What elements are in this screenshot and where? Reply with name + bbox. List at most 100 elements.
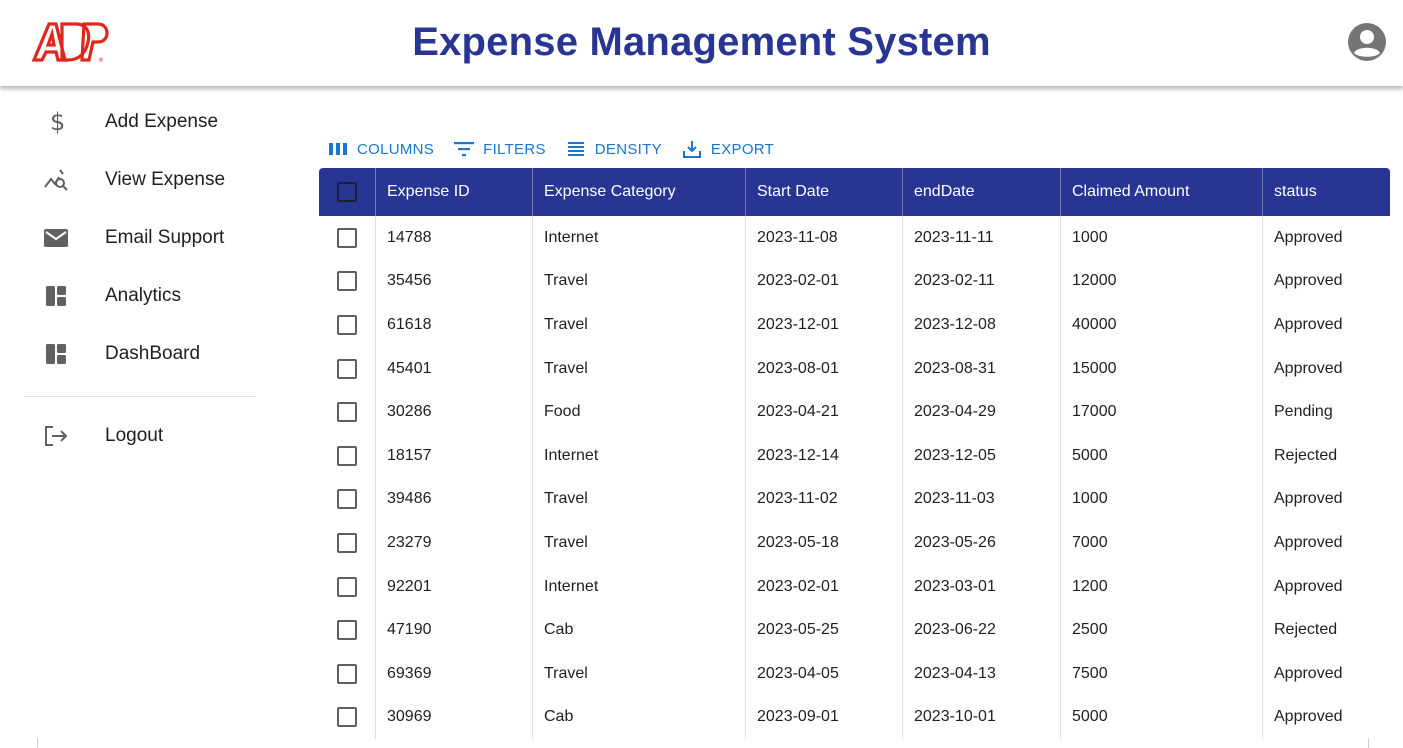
table-row[interactable]: 14788 Internet 2023-11-08 2023-11-11 1000 App… xyxy=(319,216,1390,260)
row-checkbox[interactable] xyxy=(337,445,357,466)
cell-claimed-amount[interactable]: 1000 xyxy=(1060,216,1262,260)
sidebar-item-add-expense[interactable]: $ Add Expense xyxy=(24,96,256,148)
cell-status[interactable]: Approved xyxy=(1262,564,1390,609)
cell-claimed-amount[interactable]: 2500 xyxy=(1060,608,1262,652)
cell-expense-category[interactable]: Travel xyxy=(532,477,745,522)
row-checkbox[interactable] xyxy=(337,620,357,641)
cell-expense-category[interactable]: Food xyxy=(532,390,745,434)
row-checkbox[interactable] xyxy=(337,576,357,597)
row-checkbox[interactable] xyxy=(337,314,357,335)
cell-expense-id[interactable]: 92201 xyxy=(375,564,532,609)
cell-status[interactable]: Approved xyxy=(1262,216,1390,260)
select-all-checkbox[interactable] xyxy=(337,182,357,202)
cell-claimed-amount[interactable]: 1200 xyxy=(1060,564,1262,609)
table-row[interactable]: 69369 Travel 2023-04-05 2023-04-13 7500 Appro… xyxy=(319,652,1390,696)
cell-start-date[interactable]: 2023-12-14 xyxy=(745,434,902,478)
table-row[interactable]: 35456 Travel 2023-02-01 2023-02-11 12000 Appr… xyxy=(319,259,1390,304)
cell-expense-id[interactable]: 14788 xyxy=(375,216,532,260)
cell-expense-category[interactable]: Cab xyxy=(532,608,745,652)
cell-end-date[interactable]: 2023-11-03 xyxy=(902,477,1060,522)
cell-expense-category[interactable]: Internet xyxy=(532,434,745,478)
cell-expense-category[interactable]: Travel xyxy=(532,346,745,391)
cell-expense-id[interactable]: 30969 xyxy=(375,695,532,740)
cell-claimed-amount[interactable]: 7500 xyxy=(1060,652,1262,696)
table-row[interactable]: 47190 Cab 2023-05-25 2023-06-22 2500 Rejected xyxy=(319,608,1390,652)
cell-claimed-amount[interactable]: 5000 xyxy=(1060,434,1262,478)
cell-status[interactable]: Approved xyxy=(1262,521,1390,565)
cell-expense-category[interactable]: Internet xyxy=(532,216,745,260)
cell-expense-category[interactable]: Internet xyxy=(532,564,745,609)
cell-expense-id[interactable]: 18157 xyxy=(375,434,532,478)
row-checkbox[interactable] xyxy=(337,227,357,248)
cell-status[interactable]: Approved xyxy=(1262,259,1390,304)
cell-expense-id[interactable]: 35456 xyxy=(375,259,532,304)
cell-expense-id[interactable]: 39486 xyxy=(375,477,532,522)
cell-expense-id[interactable]: 61618 xyxy=(375,303,532,347)
row-checkbox[interactable] xyxy=(337,271,357,292)
cell-claimed-amount[interactable]: 17000 xyxy=(1060,390,1262,434)
row-checkbox[interactable] xyxy=(337,358,357,379)
row-checkbox[interactable] xyxy=(337,402,357,423)
column-header-expense-id[interactable]: Expense ID xyxy=(375,168,532,216)
cell-end-date[interactable]: 2023-05-26 xyxy=(902,521,1060,565)
row-checkbox[interactable] xyxy=(337,663,357,684)
cell-expense-id[interactable]: 30286 xyxy=(375,390,532,434)
table-row[interactable]: 23279 Travel 2023-05-18 2023-05-26 7000 Appro… xyxy=(319,521,1390,565)
row-checkbox[interactable] xyxy=(337,707,357,728)
cell-claimed-amount[interactable]: 15000 xyxy=(1060,346,1262,391)
row-checkbox[interactable] xyxy=(337,489,357,510)
cell-start-date[interactable]: 2023-05-18 xyxy=(745,521,902,565)
cell-end-date[interactable]: 2023-12-05 xyxy=(902,434,1060,478)
cell-start-date[interactable]: 2023-02-01 xyxy=(745,564,902,609)
cell-claimed-amount[interactable]: 40000 xyxy=(1060,303,1262,347)
sidebar-item-email-support[interactable]: Email Support xyxy=(24,212,256,264)
cell-status[interactable]: Pending xyxy=(1262,390,1390,434)
cell-expense-id[interactable]: 23279 xyxy=(375,521,532,565)
cell-start-date[interactable]: 2023-11-08 xyxy=(745,216,902,260)
cell-end-date[interactable]: 2023-11-11 xyxy=(902,216,1060,260)
cell-end-date[interactable]: 2023-08-31 xyxy=(902,346,1060,391)
cell-expense-id[interactable]: 47190 xyxy=(375,608,532,652)
table-row[interactable]: 18157 Internet 2023-12-14 2023-12-05 5000 Rej… xyxy=(319,434,1390,478)
cell-end-date[interactable]: 2023-12-08 xyxy=(902,303,1060,347)
cell-start-date[interactable]: 2023-09-01 xyxy=(745,695,902,740)
cell-start-date[interactable]: 2023-08-01 xyxy=(745,346,902,391)
cell-claimed-amount[interactable]: 5000 xyxy=(1060,695,1262,740)
column-header-claimed-amount[interactable]: Claimed Amount xyxy=(1060,168,1262,216)
cell-claimed-amount[interactable]: 1000 xyxy=(1060,477,1262,522)
cell-expense-category[interactable]: Travel xyxy=(532,652,745,696)
density-button[interactable]: DENSITY xyxy=(556,134,672,164)
cell-status[interactable]: Approved xyxy=(1262,477,1390,522)
cell-end-date[interactable]: 2023-04-13 xyxy=(902,652,1060,696)
cell-expense-category[interactable]: Travel xyxy=(532,259,745,304)
cell-status[interactable]: Approved xyxy=(1262,303,1390,347)
cell-claimed-amount[interactable]: 7000 xyxy=(1060,521,1262,565)
cell-status[interactable]: Rejected xyxy=(1262,434,1390,478)
column-header-start-date[interactable]: Start Date xyxy=(745,168,902,216)
cell-status[interactable]: Approved xyxy=(1262,695,1390,740)
filters-button[interactable]: FILTERS xyxy=(444,134,556,164)
sidebar-item-view-expense[interactable]: View Expense xyxy=(24,154,256,206)
cell-end-date[interactable]: 2023-02-11 xyxy=(902,259,1060,304)
cell-start-date[interactable]: 2023-02-01 xyxy=(745,259,902,304)
cell-expense-category[interactable]: Cab xyxy=(532,695,745,740)
cell-expense-category[interactable]: Travel xyxy=(532,521,745,565)
table-row[interactable]: 45401 Travel 2023-08-01 2023-08-31 15000 Appr… xyxy=(319,346,1390,391)
cell-status[interactable]: Rejected xyxy=(1262,608,1390,652)
sidebar-item-logout[interactable]: Logout xyxy=(24,410,256,462)
cell-status[interactable]: Approved xyxy=(1262,652,1390,696)
cell-end-date[interactable]: 2023-06-22 xyxy=(902,608,1060,652)
table-row[interactable]: 30286 Food 2023-04-21 2023-04-29 17000 Pendin… xyxy=(319,390,1390,434)
cell-start-date[interactable]: 2023-12-01 xyxy=(745,303,902,347)
cell-start-date[interactable]: 2023-11-02 xyxy=(745,477,902,522)
columns-button[interactable]: COLUMNS xyxy=(318,134,444,164)
table-row[interactable]: 92201 Internet 2023-02-01 2023-03-01 1200 App… xyxy=(319,564,1390,609)
table-row[interactable]: 39486 Travel 2023-11-02 2023-11-03 1000 Appro… xyxy=(319,477,1390,522)
account-avatar-icon[interactable] xyxy=(1347,22,1387,62)
row-checkbox[interactable] xyxy=(337,532,357,553)
cell-expense-id[interactable]: 69369 xyxy=(375,652,532,696)
cell-expense-category[interactable]: Travel xyxy=(532,303,745,347)
cell-start-date[interactable]: 2023-05-25 xyxy=(745,608,902,652)
cell-end-date[interactable]: 2023-04-29 xyxy=(902,390,1060,434)
table-row[interactable]: 61618 Travel 2023-12-01 2023-12-08 40000 Appr… xyxy=(319,303,1390,347)
